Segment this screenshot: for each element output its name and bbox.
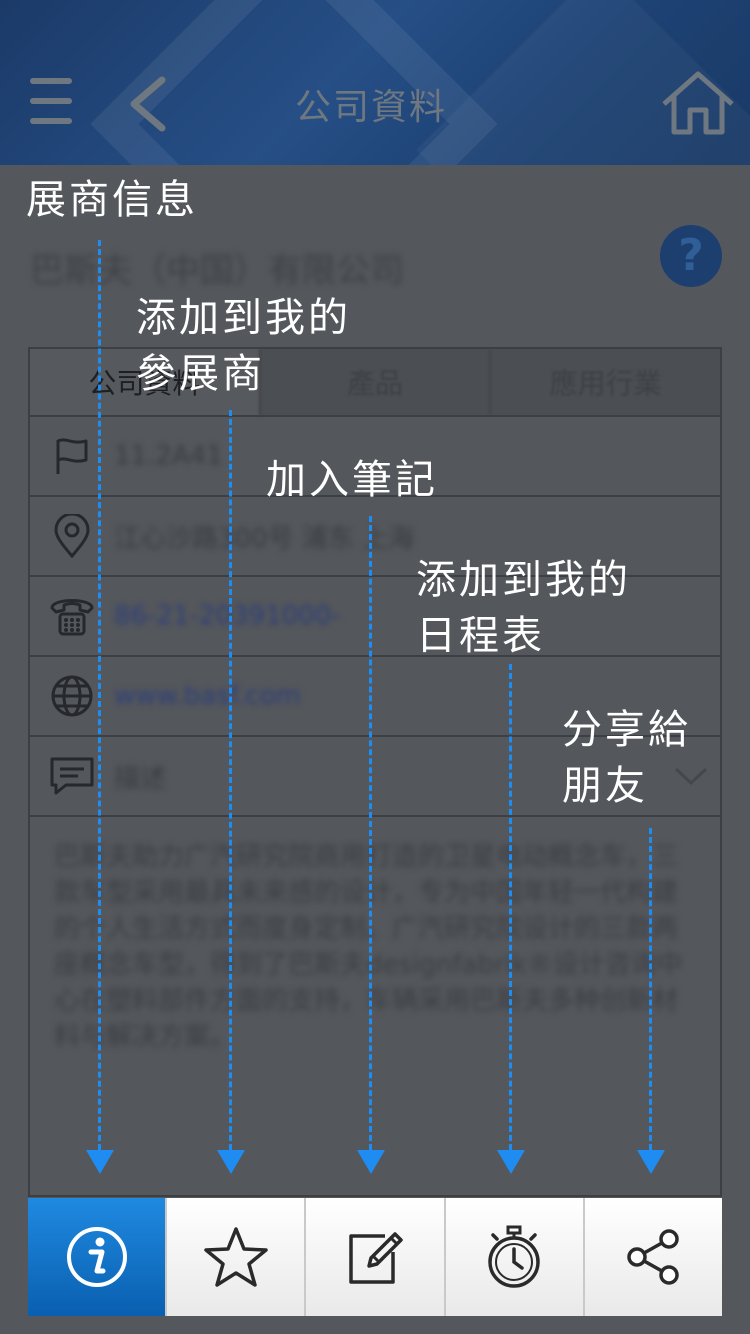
add-note-button[interactable] xyxy=(304,1198,444,1316)
chevron-left-icon[interactable] xyxy=(126,76,170,132)
company-name: 巴斯夫（中国）有限公司 xyxy=(30,251,404,291)
guide-line-share xyxy=(649,828,656,1150)
stopwatch-icon xyxy=(488,1225,540,1288)
booth-number: 11.2A41 xyxy=(114,441,223,471)
note-edit-icon xyxy=(349,1232,403,1284)
flag-icon xyxy=(56,438,88,474)
guide-line-note xyxy=(369,516,376,1150)
tutorial-label-add-exhibitor: 添加到我的 參展商 xyxy=(136,295,351,397)
tutorial-label-exhibitor-info: 展商信息 xyxy=(26,177,198,223)
guide-line-info xyxy=(98,240,105,1150)
location-pin-icon xyxy=(54,514,90,558)
description-label: 描述 xyxy=(114,763,167,794)
share-icon xyxy=(627,1229,680,1285)
tab-bar: 公司資料 產品 應用行業 xyxy=(28,347,722,417)
tutorial-label-add-schedule: 添加到我的 日程表 xyxy=(416,557,631,659)
arrow-down-icon xyxy=(217,1150,245,1174)
phone-value[interactable]: 86-21-20391000- xyxy=(114,601,341,631)
arrow-down-icon xyxy=(357,1150,385,1174)
action-toolbar xyxy=(28,1198,723,1316)
page-title: 公司資料 xyxy=(295,87,448,128)
globe-icon xyxy=(51,675,93,717)
info-icon xyxy=(66,1227,127,1287)
tutorial-label-share: 分享給 朋友 xyxy=(562,707,691,809)
app-header: 公司資料 xyxy=(0,0,750,165)
guide-line-schedule xyxy=(509,664,516,1150)
add-schedule-button[interactable] xyxy=(443,1198,583,1316)
arrow-down-icon xyxy=(497,1150,525,1174)
star-icon xyxy=(204,1227,268,1287)
telephone-icon xyxy=(50,599,94,636)
tutorial-label-add-note: 加入筆記 xyxy=(266,457,438,503)
help-icon[interactable]: ? xyxy=(660,225,722,287)
tab-industries[interactable]: 應用行業 xyxy=(489,349,720,415)
message-icon xyxy=(50,757,94,795)
add-favorite-button[interactable] xyxy=(165,1198,305,1316)
arrow-down-icon xyxy=(637,1150,665,1174)
website-value[interactable]: www.basf.com xyxy=(114,681,301,711)
info-button[interactable] xyxy=(28,1198,166,1316)
arrow-down-icon xyxy=(86,1150,114,1174)
home-icon[interactable] xyxy=(660,70,736,136)
share-button[interactable] xyxy=(582,1198,723,1316)
hamburger-menu-icon[interactable] xyxy=(30,78,72,128)
guide-line-favorite xyxy=(229,410,236,1150)
